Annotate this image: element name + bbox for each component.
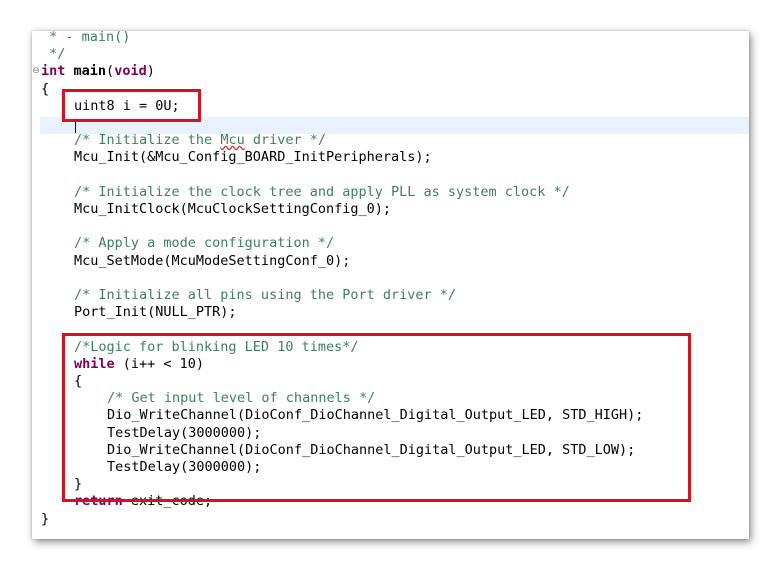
code-line: int main(void) [41, 63, 155, 80]
code-token: ) [146, 63, 155, 80]
highlight-box-variable-declaration [62, 89, 201, 122]
code-token: ( [106, 63, 115, 80]
code-line: Port_Init(NULL_PTR); [74, 304, 237, 321]
code-token: /* Apply a mode configuration */ [74, 235, 335, 252]
code-token: Mcu_SetMode(McuModeSettingConf_0); [74, 252, 351, 269]
code-line: Mcu_SetMode(McuModeSettingConf_0); [74, 253, 350, 270]
code-token: Mcu_Init(&Mcu_Config_BOARD_InitPeriphera… [74, 149, 432, 166]
screenshot-page: * - main() */⊖ int main(void){uint8 i = 0… [0, 0, 783, 574]
fold-toggle-icon[interactable]: ⊖ [32, 63, 40, 80]
code-token: main [73, 63, 107, 80]
code-line: Mcu_Init(&Mcu_Config_BOARD_InitPeriphera… [74, 149, 432, 166]
code-line: Mcu_InitClock(McuClockSettingConfig_0); [74, 201, 391, 218]
code-line: /* Initialize the Mcu driver */ [74, 132, 326, 149]
code-line: } [41, 511, 49, 528]
code-token: } [41, 510, 50, 527]
code-token: /* Initialize the [74, 132, 221, 149]
code-line: */ [41, 46, 65, 63]
code-line: /* Apply a mode configuration */ [74, 235, 334, 252]
code-line: /* Initialize all pins using the Port dr… [74, 287, 456, 304]
highlight-box-blink-loop [62, 333, 691, 502]
code-token: /* Initialize all pins using the Port dr… [74, 287, 457, 303]
code-token: */ [41, 46, 66, 63]
code-token: Mcu_InitClock(McuClockSettingConfig_0); [74, 201, 391, 217]
code-token: Port_Init(NULL_PTR); [74, 304, 237, 321]
code-token: { [41, 80, 50, 97]
code-line: * - main() [41, 31, 130, 46]
code-token: void [114, 63, 147, 80]
code-token: Mcu [220, 132, 245, 149]
code-token: * - main() [41, 31, 131, 45]
code-token: int [41, 63, 66, 80]
code-editor[interactable]: * - main() */⊖ int main(void){uint8 i = 0… [32, 31, 749, 539]
code-line: /* Initialize the clock tree and apply P… [74, 184, 570, 201]
code-token: driver */ [244, 132, 326, 149]
code-token: /* Initialize the clock tree and apply P… [74, 183, 570, 200]
code-line: { [41, 81, 49, 98]
